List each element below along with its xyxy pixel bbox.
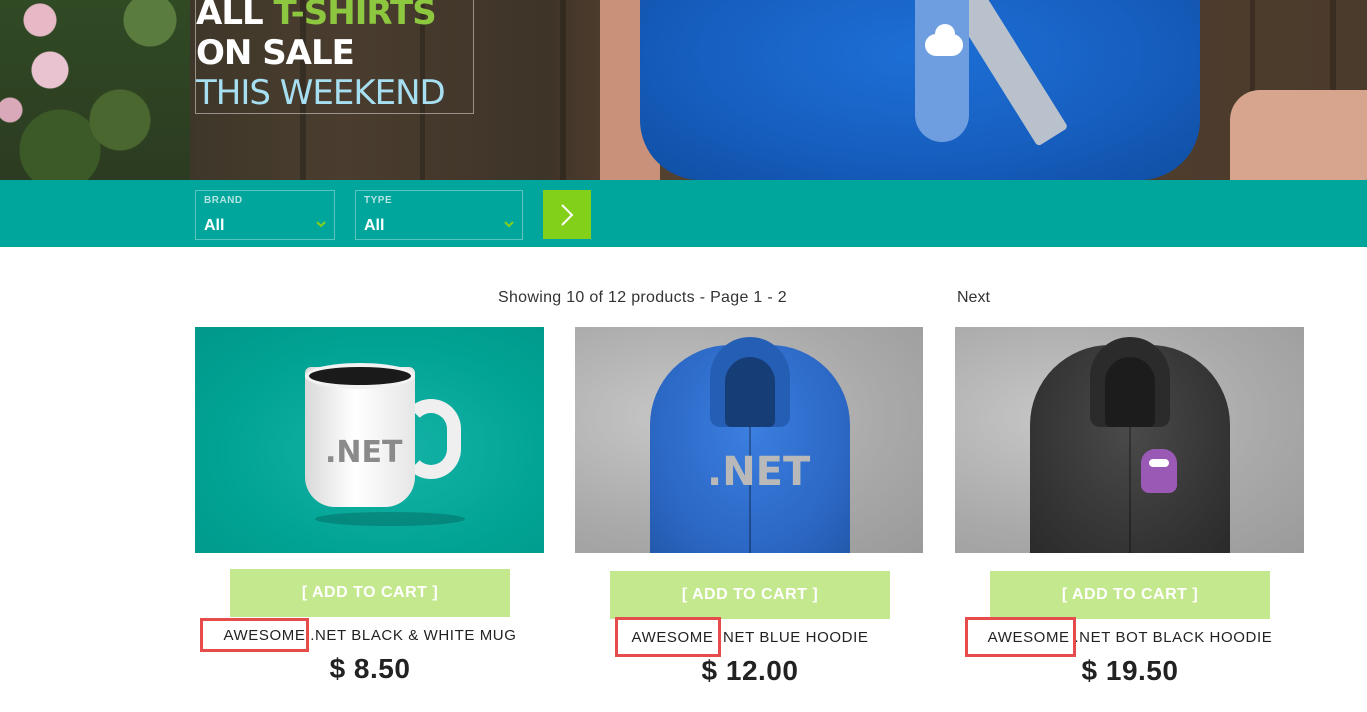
chevron-right-icon <box>561 203 574 226</box>
product-price: $ 12.00 <box>701 655 799 686</box>
filter-bar: BRAND All TYPE All <box>0 180 1367 247</box>
brand-select-value: All <box>204 217 225 234</box>
apply-filter-button[interactable] <box>543 190 591 239</box>
product-card: .NET [ ADD TO CART ] AWESOME .NET BLACK … <box>195 327 545 707</box>
hero-hand <box>1230 90 1367 180</box>
hero-foliage <box>0 0 190 180</box>
highlight-box <box>615 617 721 657</box>
knife-graphic <box>915 0 969 142</box>
add-to-cart-button[interactable]: [ ADD TO CART ] <box>610 571 890 619</box>
product-image[interactable]: .NET <box>195 327 544 553</box>
cloud-icon <box>925 24 963 56</box>
brand-select-label: BRAND <box>204 195 243 206</box>
hoodie-logo-text: .NET <box>707 449 811 495</box>
product-card: .NET [ ADD TO CART ] AWESOME .NET BLUE H… <box>575 327 925 707</box>
next-page-link[interactable]: Next <box>957 289 990 307</box>
mug-logo-text: .NET <box>325 435 403 470</box>
type-select[interactable]: TYPE All <box>355 190 523 240</box>
dotnet-bot-graphic <box>1141 449 1177 493</box>
hero-line-1: ALL T-SHIRTS <box>196 0 437 33</box>
product-image[interactable] <box>955 327 1304 553</box>
product-price: $ 8.50 <box>329 653 411 684</box>
product-price: $ 19.50 <box>1081 655 1179 686</box>
add-to-cart-button[interactable]: [ ADD TO CART ] <box>230 569 510 617</box>
highlight-box <box>200 618 309 652</box>
hero-line-3: THIS WEEKEND <box>196 73 446 113</box>
pagination-summary: Showing 10 of 12 products - Page 1 - 2 <box>498 289 787 306</box>
highlight-box <box>965 617 1076 657</box>
product-card: [ ADD TO CART ] AWESOME .NET BOT BLACK H… <box>955 327 1305 707</box>
hero-banner: ALL T-SHIRTS ON SALE THIS WEEKEND <box>0 0 1367 180</box>
add-to-cart-button[interactable]: [ ADD TO CART ] <box>990 571 1270 619</box>
chevron-down-icon <box>316 221 326 228</box>
product-image[interactable]: .NET <box>575 327 923 553</box>
brand-select[interactable]: BRAND All <box>195 190 335 240</box>
hero-headline: ALL T-SHIRTS ON SALE THIS WEEKEND <box>195 0 474 114</box>
hero-line-2: ON SALE <box>196 33 355 73</box>
type-select-value: All <box>364 217 385 234</box>
chevron-down-icon <box>504 221 514 228</box>
type-select-label: TYPE <box>364 195 393 206</box>
